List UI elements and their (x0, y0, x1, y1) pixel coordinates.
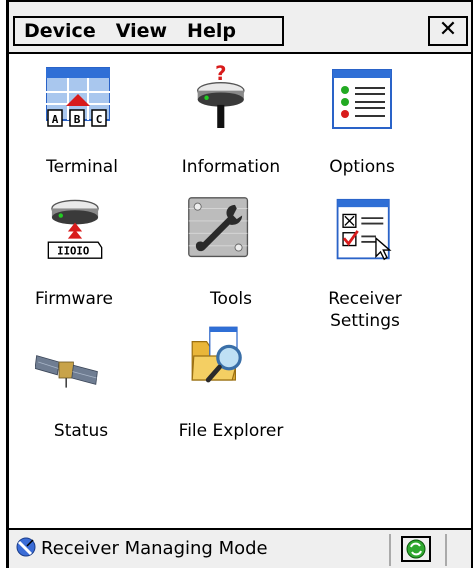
options-icon (332, 69, 392, 129)
sync-icon (406, 539, 426, 559)
status-bar: Receiver Managing Mode (6, 528, 473, 568)
svg-text:B: B (74, 113, 81, 126)
app-receiver-settings[interactable]: Receiver Settings (307, 196, 457, 336)
app-label: Firmware (35, 289, 113, 309)
information-icon: ? (197, 64, 245, 128)
svg-text:C: C (96, 113, 103, 126)
app-label: Status (53, 421, 109, 441)
app-label: Receiver (328, 289, 402, 309)
terminal-icon: A B C (46, 67, 110, 127)
menu-view[interactable]: View (106, 20, 177, 42)
app-status[interactable]: Status (7, 332, 157, 452)
sync-button[interactable] (401, 536, 431, 562)
status-text: Receiver Managing Mode (41, 538, 268, 559)
status-separator (389, 534, 391, 566)
file-explorer-icon (191, 326, 242, 383)
svg-text:?: ? (215, 64, 226, 85)
menu-help[interactable]: Help (177, 20, 246, 42)
app-options[interactable]: Options (307, 64, 457, 184)
menu-bar: Device View Help ✕ (6, 0, 473, 54)
app-label: Terminal (46, 157, 118, 177)
receiver-settings-icon (336, 198, 392, 261)
app-terminal[interactable]: A B C Terminal (7, 64, 157, 184)
app-label: Options (329, 157, 395, 177)
satellite-dish-icon (16, 537, 36, 557)
satellite-icon (35, 355, 98, 388)
app-label: File Explorer (178, 421, 284, 441)
svg-text:A: A (52, 113, 59, 126)
menu-group: Device View Help (13, 16, 284, 46)
app-firmware[interactable]: IIOIO Firmware (7, 196, 157, 316)
app-label-line2: Settings (330, 311, 400, 331)
close-button[interactable]: ✕ (428, 16, 468, 46)
firmware-icon: IIOIO (47, 199, 103, 259)
menu-device[interactable]: Device (15, 20, 106, 42)
status-separator (445, 534, 447, 566)
tools-icon (188, 197, 249, 258)
app-file-explorer[interactable]: File Explorer (157, 324, 307, 452)
svg-text:IIOIO: IIOIO (57, 245, 89, 258)
